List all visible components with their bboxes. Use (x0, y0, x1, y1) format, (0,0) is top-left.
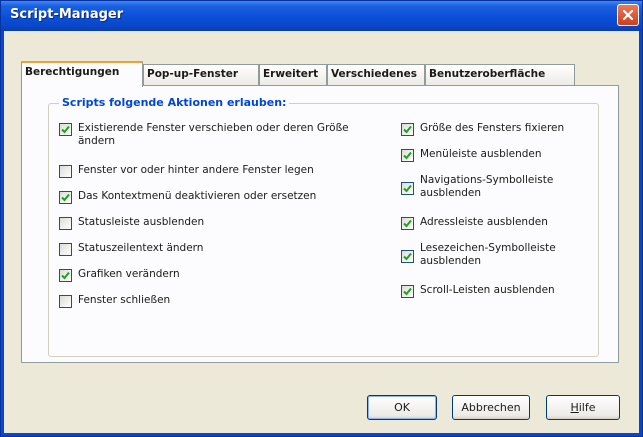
checkbox-label: Existierende Fenster verschieben oder de… (78, 122, 349, 147)
checkbox-statusleiste[interactable]: Statusleiste ausblenden (59, 216, 379, 230)
checkbox-box[interactable] (59, 191, 72, 204)
permissions-group: Scripts folgende Aktionen erlauben: Exis… (48, 96, 599, 357)
close-icon (622, 9, 634, 21)
checkbox-box[interactable] (401, 149, 414, 162)
checkmark-icon (403, 252, 412, 261)
checkbox-label: Navigations-Symbolleiste ausblenden (420, 174, 554, 199)
checkbox-box[interactable] (401, 250, 414, 263)
checkmark-icon (61, 125, 70, 134)
tab-verschiedenes[interactable]: Verschiedenes (327, 64, 425, 85)
window-frame-right (639, 31, 642, 436)
tab-berechtigungen[interactable]: Berechtigungen (21, 61, 143, 87)
checkbox-label: Adressleiste ausblenden (420, 216, 548, 228)
checkbox-box[interactable] (401, 285, 414, 298)
checkbox-label: Scroll-Leisten ausblenden (420, 284, 555, 296)
checkmark-icon (403, 219, 412, 228)
checkbox-label: Grafiken verändern (78, 268, 180, 280)
checkbox-label: Lesezeichen-Symbolleiste ausblenden (420, 242, 556, 267)
checkbox-box[interactable] (59, 123, 72, 136)
checkbox-label: Statusleiste ausblenden (78, 216, 205, 228)
checkbox-fenster-legen[interactable]: Fenster vor oder hinter andere Fenster l… (59, 164, 379, 178)
checkbox-box[interactable] (59, 243, 72, 256)
checkbox-box[interactable] (401, 217, 414, 230)
checkbox-label: Statuszeilentext ändern (78, 242, 204, 254)
checkbox-navigations-symbolleiste[interactable]: Navigations-Symbolleiste ausblenden (401, 174, 561, 200)
checkbox-box[interactable] (401, 123, 414, 136)
tab-panel: Scripts folgende Aktionen erlauben: Exis… (21, 85, 619, 363)
checkbox-box[interactable] (59, 295, 72, 308)
checkbox-grafiken[interactable]: Grafiken verändern (59, 268, 379, 282)
checkbox-statuszeilentext[interactable]: Statuszeilentext ändern (59, 242, 379, 256)
checkmark-icon (61, 193, 70, 202)
checkbox-fenster-verschieben[interactable]: Existierende Fenster verschieben oder de… (59, 122, 379, 148)
tab-erweitert[interactable]: Erweitert (259, 64, 327, 85)
checkbox-label: Fenster vor oder hinter andere Fenster l… (78, 164, 314, 176)
checkbox-label: Fenster schließen (78, 294, 171, 306)
checkbox-label: Menüleiste ausblenden (420, 148, 542, 160)
checkbox-box[interactable] (59, 165, 72, 178)
tab-pop-up-fenster[interactable]: Pop-up-Fenster (143, 64, 259, 85)
window-frame-left (1, 31, 4, 436)
checkbox-groesse-fixieren[interactable]: Größe des Fensters fixieren (401, 122, 591, 136)
checkbox-label: Größe des Fensters fixieren (420, 122, 565, 134)
checkbox-fenster-schliessen[interactable]: Fenster schließen (59, 294, 379, 308)
checkbox-lesezeichen-symbolleiste[interactable]: Lesezeichen-Symbolleiste ausblenden (401, 242, 561, 268)
checkmark-icon (61, 271, 70, 280)
checkmark-icon (403, 287, 412, 296)
checkmark-icon (403, 151, 412, 160)
checkbox-scroll-leisten[interactable]: Scroll-Leisten ausblenden (401, 284, 591, 298)
ok-button[interactable]: OK (367, 395, 437, 420)
title-bar[interactable]: Script-Manager (1, 1, 642, 31)
checkmark-icon (403, 125, 412, 134)
help-label-suffix: ilfe (578, 401, 596, 414)
checkbox-label: Das Kontextmenü deaktivieren oder ersetz… (78, 190, 317, 202)
checkbox-box[interactable] (59, 217, 72, 230)
close-button[interactable] (617, 4, 639, 26)
checkbox-adressleiste[interactable]: Adressleiste ausblenden (401, 216, 591, 230)
checkbox-kontextmenue[interactable]: Das Kontextmenü deaktivieren oder ersetz… (59, 190, 379, 204)
cancel-button[interactable]: Abbrechen (452, 395, 530, 420)
window-frame-bottom (1, 433, 642, 436)
checkbox-box[interactable] (401, 182, 414, 195)
tab-benutzeroberflaeche[interactable]: Benutzeroberfläche (425, 64, 575, 85)
checkmark-icon (403, 184, 412, 193)
window-title: Script-Manager (10, 7, 124, 22)
script-manager-dialog: Script-Manager Berechtigungen Pop-up-Fen… (0, 0, 643, 437)
checkbox-box[interactable] (59, 269, 72, 282)
group-legend: Scripts folgende Aktionen erlauben: (59, 96, 290, 109)
help-label-mnemonic: H (570, 401, 579, 414)
checkbox-menueleiste[interactable]: Menüleiste ausblenden (401, 148, 591, 162)
help-button[interactable]: Hilfe (546, 395, 620, 420)
